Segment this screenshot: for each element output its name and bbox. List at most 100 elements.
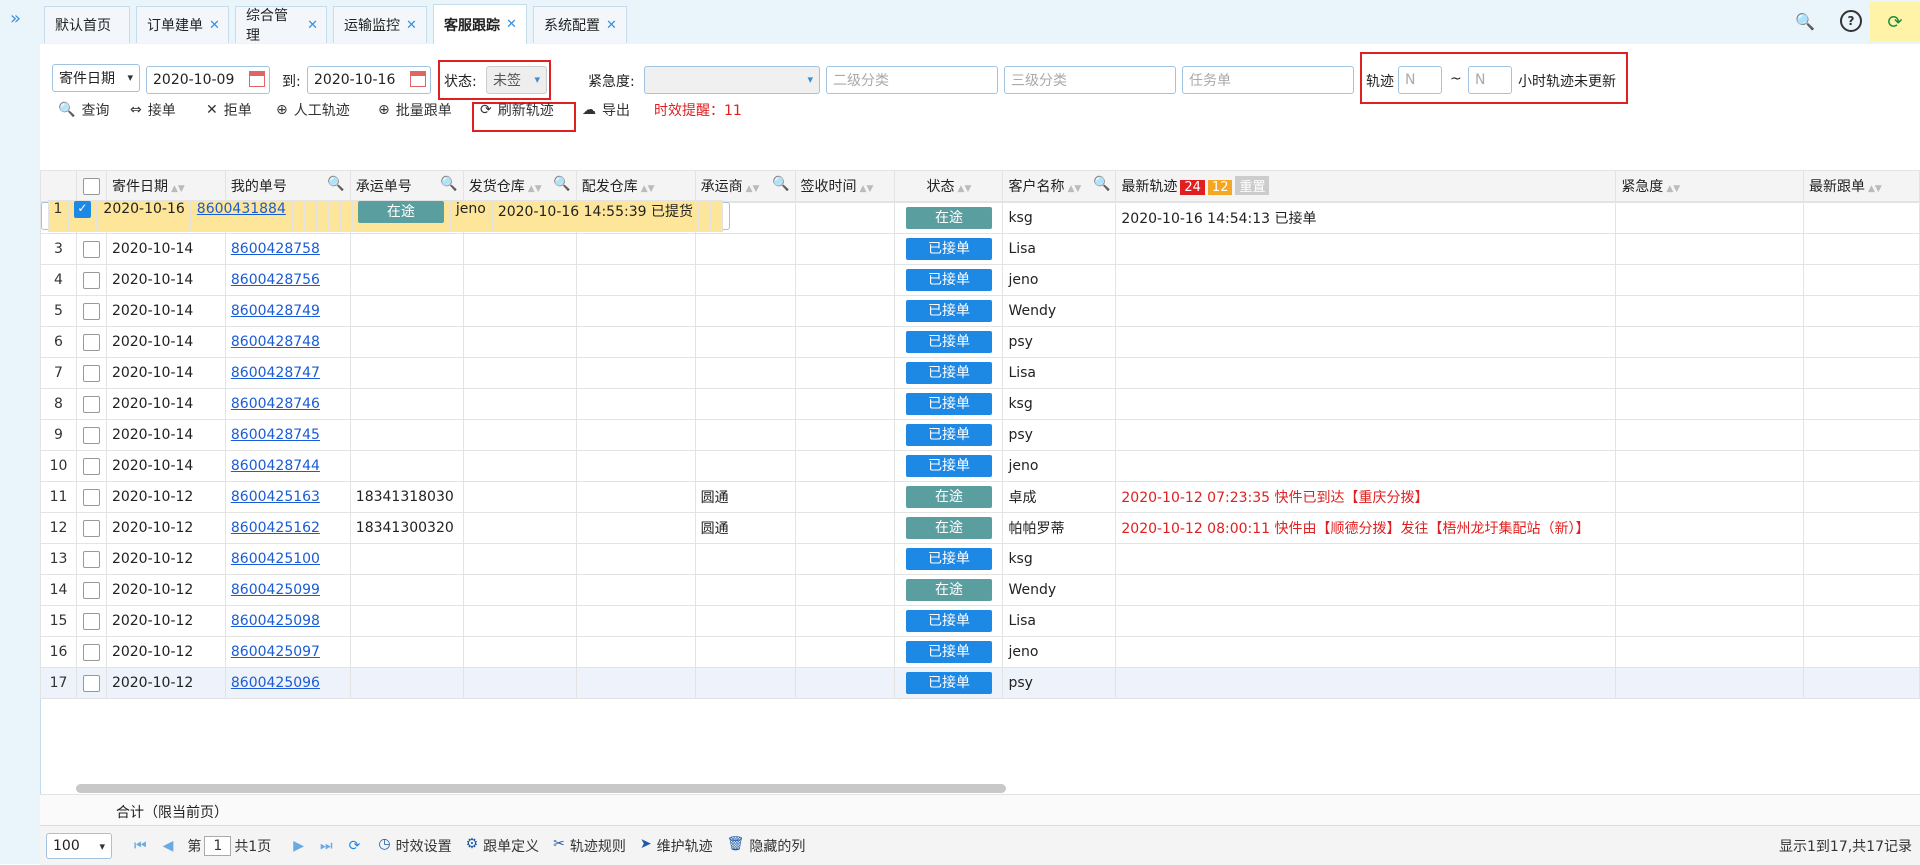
close-icon[interactable]: ✕ bbox=[209, 18, 220, 33]
col-carrier-number[interactable]: 承运单号 🔍 bbox=[349, 170, 464, 202]
col-sign-time[interactable]: 签收时间 ▲▼ bbox=[794, 170, 896, 202]
table-row[interactable]: 1 2020-10-16 8600431884 在途jeno2020-10-16 14… bbox=[40, 200, 730, 232]
search-icon[interactable]: 🔍 bbox=[772, 176, 789, 192]
order-number-link[interactable]: 8600428758 bbox=[231, 241, 320, 257]
order-number-link[interactable]: 8600425096 bbox=[231, 675, 320, 691]
table-row[interactable]: 10 2020-10-14 8600428744 已接单 jeno bbox=[40, 450, 1920, 482]
order-number-link[interactable]: 8600425098 bbox=[231, 613, 320, 629]
row-checkbox[interactable] bbox=[68, 200, 98, 232]
search-icon[interactable]: 🔍 bbox=[553, 176, 570, 192]
row-checkbox[interactable] bbox=[75, 512, 107, 544]
close-icon[interactable]: ✕ bbox=[506, 17, 517, 32]
export-button[interactable]: ☁ 导出 bbox=[582, 100, 630, 120]
table-row[interactable]: 15 2020-10-12 8600425098 已接单 Lisa bbox=[40, 605, 1920, 637]
table-row[interactable]: 6 2020-10-14 8600428748 已接单 psy bbox=[40, 326, 1920, 358]
table-row[interactable]: 13 2020-10-12 8600425100 已接单 ksg bbox=[40, 543, 1920, 575]
calendar-icon[interactable] bbox=[249, 71, 265, 87]
maintain-track-button[interactable]: ➤ 维护轨迹 bbox=[640, 836, 713, 856]
order-number-link[interactable]: 8600428747 bbox=[231, 365, 320, 381]
tab-general-manage[interactable]: 综合管理 ✕ bbox=[235, 6, 327, 44]
col-send-date[interactable]: 寄件日期 ▲▼ bbox=[105, 170, 226, 202]
reject-button[interactable]: ✕ 拒单 bbox=[206, 100, 252, 120]
order-number-link[interactable]: 8600428745 bbox=[231, 427, 320, 443]
order-number-link[interactable]: 8600425099 bbox=[231, 582, 320, 598]
accept-button[interactable]: ⇔ 接单 bbox=[130, 100, 176, 120]
hidden-columns-button[interactable]: 🗑 隐藏的列 bbox=[727, 836, 806, 856]
level2-category-input[interactable]: 二级分类 bbox=[826, 66, 998, 94]
col-ship-warehouse[interactable]: 发货仓库 ▲▼ 🔍 bbox=[462, 170, 577, 202]
table-row[interactable]: 7 2020-10-14 8600428747 已接单 Lisa bbox=[40, 357, 1920, 389]
col-my-number[interactable]: 我的单号 🔍 bbox=[224, 170, 351, 202]
expand-sidebar-icon[interactable]: » bbox=[10, 8, 21, 29]
search-icon[interactable]: 🔍 bbox=[440, 176, 457, 192]
col-latest-track[interactable]: 最新轨迹 24 12 重置 bbox=[1115, 170, 1617, 202]
prev-page-icon[interactable]: ◀ bbox=[163, 838, 174, 854]
row-checkbox[interactable] bbox=[75, 450, 107, 482]
page-size-select[interactable]: 100 ▾ bbox=[46, 832, 112, 859]
track-max-hours-input[interactable]: N bbox=[1468, 66, 1512, 94]
badge-24h[interactable]: 24 bbox=[1180, 180, 1205, 195]
search-icon[interactable]: 🔍 bbox=[1093, 176, 1110, 192]
table-row[interactable]: 14 2020-10-12 8600425099 在途 Wendy bbox=[40, 574, 1920, 606]
order-number-link[interactable]: 8600428746 bbox=[231, 396, 320, 412]
refresh-theme-icon[interactable]: ⟳ bbox=[1870, 2, 1920, 42]
help-icon[interactable]: ? bbox=[1840, 10, 1862, 32]
reload-icon[interactable]: ⟳ bbox=[349, 838, 361, 854]
status-select[interactable]: 未签 ▾ bbox=[486, 66, 547, 94]
row-checkbox[interactable] bbox=[75, 264, 107, 296]
query-button[interactable]: 🔍 查询 bbox=[58, 100, 109, 120]
last-page-icon[interactable]: ⏭ bbox=[320, 838, 333, 854]
table-row[interactable]: 9 2020-10-14 8600428745 已接单 psy bbox=[40, 419, 1920, 451]
tab-order-create[interactable]: 订单建单 ✕ bbox=[136, 6, 229, 43]
col-urgency[interactable]: 紧急度 ▲▼ bbox=[1615, 170, 1804, 202]
date-type-select[interactable]: 寄件日期 ▾ bbox=[52, 64, 140, 92]
track-rule-button[interactable]: ✂ 轨迹规则 bbox=[553, 836, 626, 856]
row-checkbox[interactable] bbox=[75, 388, 107, 420]
tab-home[interactable]: 默认首页 bbox=[44, 6, 130, 43]
col-carrier[interactable]: 承运商 ▲▼ 🔍 bbox=[694, 170, 796, 202]
table-row[interactable]: 16 2020-10-12 8600425097 已接单 jeno bbox=[40, 636, 1920, 668]
refresh-track-button[interactable]: ⟳ 刷新轨迹 bbox=[480, 100, 554, 120]
col-dist-warehouse[interactable]: 配发仓库 ▲▼ bbox=[575, 170, 696, 202]
close-icon[interactable]: ✕ bbox=[307, 18, 318, 33]
first-page-icon[interactable]: ⏮ bbox=[134, 838, 147, 854]
col-latest-follow[interactable]: 最新跟单 ▲▼ bbox=[1803, 170, 1920, 202]
table-row[interactable]: 17 2020-10-12 8600425096 已接单 psy bbox=[40, 667, 1920, 699]
order-number-link[interactable]: 8600425163 bbox=[231, 489, 320, 505]
tab-transport-monitor[interactable]: 运输监控 ✕ bbox=[333, 6, 427, 43]
order-number-link[interactable]: 8600425097 bbox=[231, 644, 320, 660]
badge-12h[interactable]: 12 bbox=[1207, 180, 1233, 195]
urgency-select[interactable]: ▾ bbox=[644, 66, 820, 94]
row-checkbox[interactable] bbox=[75, 481, 107, 513]
order-number-link[interactable]: 8600428756 bbox=[231, 272, 320, 288]
order-number-link[interactable]: 8600425162 bbox=[231, 520, 320, 536]
task-input[interactable]: 任务单 bbox=[1182, 66, 1354, 94]
row-checkbox[interactable] bbox=[75, 295, 107, 327]
date-from-input[interactable]: 2020-10-09 bbox=[146, 66, 270, 94]
table-row[interactable]: 5 2020-10-14 8600428749 已接单 Wendy bbox=[40, 295, 1920, 327]
order-number-link[interactable]: 8600425100 bbox=[231, 551, 320, 567]
page-number-input[interactable]: 1 bbox=[204, 835, 232, 856]
table-row[interactable]: 11 2020-10-12 8600425163 18341318030 圆通 在途 卓成 2… bbox=[40, 481, 1920, 513]
col-customer[interactable]: 客户名称 ▲▼ 🔍 bbox=[1002, 170, 1117, 202]
order-number-link[interactable]: 8600428748 bbox=[231, 334, 320, 350]
next-page-icon[interactable]: ▶ bbox=[293, 838, 304, 854]
tab-system-config[interactable]: 系统配置 ✕ bbox=[533, 6, 627, 43]
close-icon[interactable]: ✕ bbox=[606, 18, 617, 33]
follow-definition-button[interactable]: ⚙ 跟单定义 bbox=[466, 836, 540, 856]
table-row[interactable]: 3 2020-10-14 8600428758 已接单 Lisa bbox=[40, 233, 1920, 265]
row-checkbox[interactable] bbox=[75, 233, 107, 265]
col-status[interactable]: 状态 ▲▼ bbox=[894, 170, 1004, 202]
order-number-link[interactable]: 8600428749 bbox=[231, 303, 320, 319]
row-checkbox[interactable] bbox=[75, 574, 107, 606]
level3-category-input[interactable]: 三级分类 bbox=[1004, 66, 1176, 94]
table-row[interactable]: 12 2020-10-12 8600425162 18341300320 圆通 在途 帕帕罗… bbox=[40, 512, 1920, 544]
search-icon[interactable]: 🔍 bbox=[1795, 12, 1815, 31]
table-row[interactable]: 8 2020-10-14 8600428746 已接单 ksg bbox=[40, 388, 1920, 420]
horizontal-scrollbar[interactable] bbox=[76, 784, 1006, 793]
order-number-link[interactable]: 8600428744 bbox=[231, 458, 320, 474]
row-checkbox[interactable] bbox=[75, 667, 107, 699]
manual-track-button[interactable]: ⊕ 人工轨迹 bbox=[276, 100, 350, 120]
close-icon[interactable]: ✕ bbox=[406, 18, 417, 33]
order-number-link[interactable]: 8600431884 bbox=[197, 201, 286, 217]
